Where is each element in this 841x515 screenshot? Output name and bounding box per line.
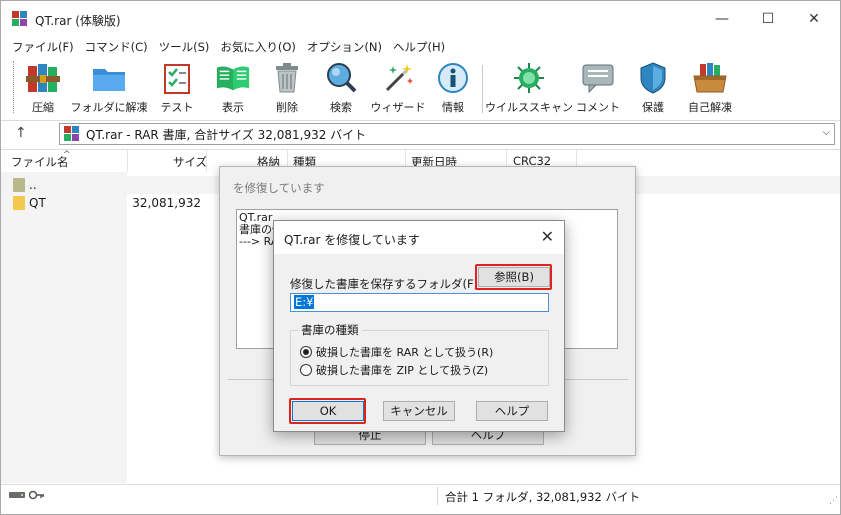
trash-icon: [269, 61, 305, 95]
menu-tools[interactable]: ツール(S): [154, 37, 215, 57]
rar-archive-icon: [64, 126, 80, 142]
comment-icon: [580, 61, 616, 95]
menu-file[interactable]: ファイル(F): [7, 37, 79, 57]
address-field[interactable]: QT.rar - RAR 書庫, 合計サイズ 32,081,932 バイト ⌵: [59, 123, 835, 145]
winrar-app-icon: [12, 11, 28, 27]
comment-button[interactable]: コメント: [576, 61, 620, 117]
protect-button[interactable]: 保護: [633, 61, 673, 117]
radio-rar-label: 破損した書庫を RAR として扱う(R): [316, 346, 494, 359]
repair-options-dialog: QT.rar を修復しています ✕ 修復した書庫を保存するフォルダ(F) 参照(…: [273, 220, 565, 432]
drive-icon: [9, 492, 25, 498]
address-bar: ↑ QT.rar - RAR 書庫, 合計サイズ 32,081,932 バイト …: [1, 120, 840, 146]
status-text: 合計 1 フォルダ, 32,081,932 バイト: [445, 490, 640, 504]
test-label: テスト: [160, 101, 194, 114]
title-bar: QT.rar (体験版) — ☐ ✕: [1, 1, 840, 37]
virus-scan-label: ウイルススキャン: [485, 101, 573, 114]
resize-grip-icon[interactable]: ⋰: [829, 496, 838, 506]
ok-highlight: [289, 398, 366, 424]
sfx-button[interactable]: 自己解凍: [685, 61, 735, 117]
minimize-button[interactable]: —: [699, 1, 745, 37]
folder-icon: [13, 196, 25, 210]
test-button[interactable]: テスト: [157, 61, 197, 117]
destination-folder-input[interactable]: E:¥: [290, 293, 549, 312]
radio-selected-icon[interactable]: [300, 346, 312, 358]
key-icon: [29, 490, 44, 500]
radio-zip-label: 破損した書庫を ZIP として扱う(Z): [316, 364, 489, 377]
menu-help[interactable]: ヘルプ(H): [388, 37, 450, 57]
add-label: 圧縮: [32, 101, 54, 114]
virus-scan-button[interactable]: ウイルススキャン: [485, 61, 573, 117]
maximize-button[interactable]: ☐: [745, 1, 791, 37]
checklist-icon: [159, 61, 195, 95]
repair-progress-title: を修復しています: [233, 181, 325, 195]
menu-favorites[interactable]: お気に入り(O): [215, 37, 301, 57]
radio-treat-as-zip[interactable]: 破損した書庫を ZIP として扱う(Z): [300, 362, 488, 378]
parent-folder-icon: [13, 178, 25, 192]
radio-unselected-icon[interactable]: [300, 364, 312, 376]
sfx-label: 自己解凍: [688, 101, 732, 114]
info-label: 情報: [442, 101, 464, 114]
shield-icon: [635, 61, 671, 95]
toolbar: 圧縮 フォルダに解凍 テスト 表示 削除 検索 ウィザード 情報 ウイルススキャ…: [1, 57, 840, 119]
menu-bar: ファイル(F) コマンド(C) ツール(S) お気に入り(O) オプション(N)…: [1, 37, 840, 57]
address-text: QT.rar - RAR 書庫, 合計サイズ 32,081,932 バイト: [86, 127, 367, 142]
status-bar: 合計 1 フォルダ, 32,081,932 バイト ⋰: [1, 484, 840, 506]
folder-extract-icon: [91, 61, 127, 95]
close-window-button[interactable]: ✕: [791, 1, 837, 37]
sfx-box-icon: [692, 61, 728, 95]
destination-folder-label: 修復した書庫を保存するフォルダ(F): [290, 277, 479, 291]
add-button[interactable]: 圧縮: [23, 61, 63, 117]
toolbar-grip[interactable]: [13, 61, 16, 113]
extract-to-button[interactable]: フォルダに解凍: [70, 61, 148, 117]
path-value: E:¥: [294, 295, 315, 309]
sort-ascending-icon: ^: [63, 150, 71, 160]
cancel-button[interactable]: キャンセル: [383, 401, 455, 421]
row-name: QT: [29, 196, 46, 210]
wizard-label: ウィザード: [370, 101, 426, 114]
status-icons: [9, 490, 45, 500]
status-separator: [437, 487, 438, 505]
comment-label: コメント: [576, 101, 620, 114]
archive-books-icon: [25, 61, 61, 95]
close-icon[interactable]: ✕: [541, 227, 554, 246]
column-size[interactable]: サイズ: [173, 154, 207, 170]
book-icon: [215, 61, 251, 95]
extract-to-label: フォルダに解凍: [70, 101, 148, 114]
toolbar-separator: [482, 65, 483, 113]
info-button[interactable]: 情報: [433, 61, 473, 117]
menu-commands[interactable]: コマンド(C): [80, 37, 153, 57]
find-label: 検索: [330, 101, 352, 114]
help-button[interactable]: ヘルプ: [476, 401, 548, 421]
view-button[interactable]: 表示: [211, 61, 255, 117]
info-icon: [435, 61, 471, 95]
radio-treat-as-rar[interactable]: 破損した書庫を RAR として扱う(R): [300, 344, 493, 360]
up-arrow-icon[interactable]: ↑: [15, 125, 27, 141]
browse-highlight: [475, 264, 552, 290]
delete-label: 削除: [276, 101, 298, 114]
column-divider[interactable]: [206, 150, 207, 172]
row-name: ..: [29, 178, 37, 192]
archive-type-label: 書庫の種類: [298, 322, 362, 338]
dialog-title: QT.rar を修復しています: [284, 233, 420, 247]
magnifier-icon: [323, 61, 359, 95]
row-size: 32,081,932: [132, 196, 201, 210]
menu-options[interactable]: オプション(N): [302, 37, 387, 57]
wizard-button[interactable]: ウィザード: [370, 61, 426, 117]
column-divider[interactable]: [127, 150, 128, 172]
find-button[interactable]: 検索: [321, 61, 361, 117]
dialog-title-bar: QT.rar を修復しています ✕: [274, 221, 564, 254]
chevron-down-icon[interactable]: ⌵: [822, 127, 830, 138]
virus-scan-icon: [511, 61, 547, 95]
name-column-shade: [1, 172, 127, 483]
view-label: 表示: [222, 101, 244, 114]
magic-wand-icon: [380, 61, 416, 95]
delete-button[interactable]: 削除: [267, 61, 307, 117]
winrar-window: QT.rar (体験版) — ☐ ✕ ファイル(F) コマンド(C) ツール(S…: [0, 0, 841, 515]
protect-label: 保護: [642, 101, 664, 114]
column-name[interactable]: ファイル名: [11, 154, 69, 170]
window-title: QT.rar (体験版): [35, 14, 121, 28]
